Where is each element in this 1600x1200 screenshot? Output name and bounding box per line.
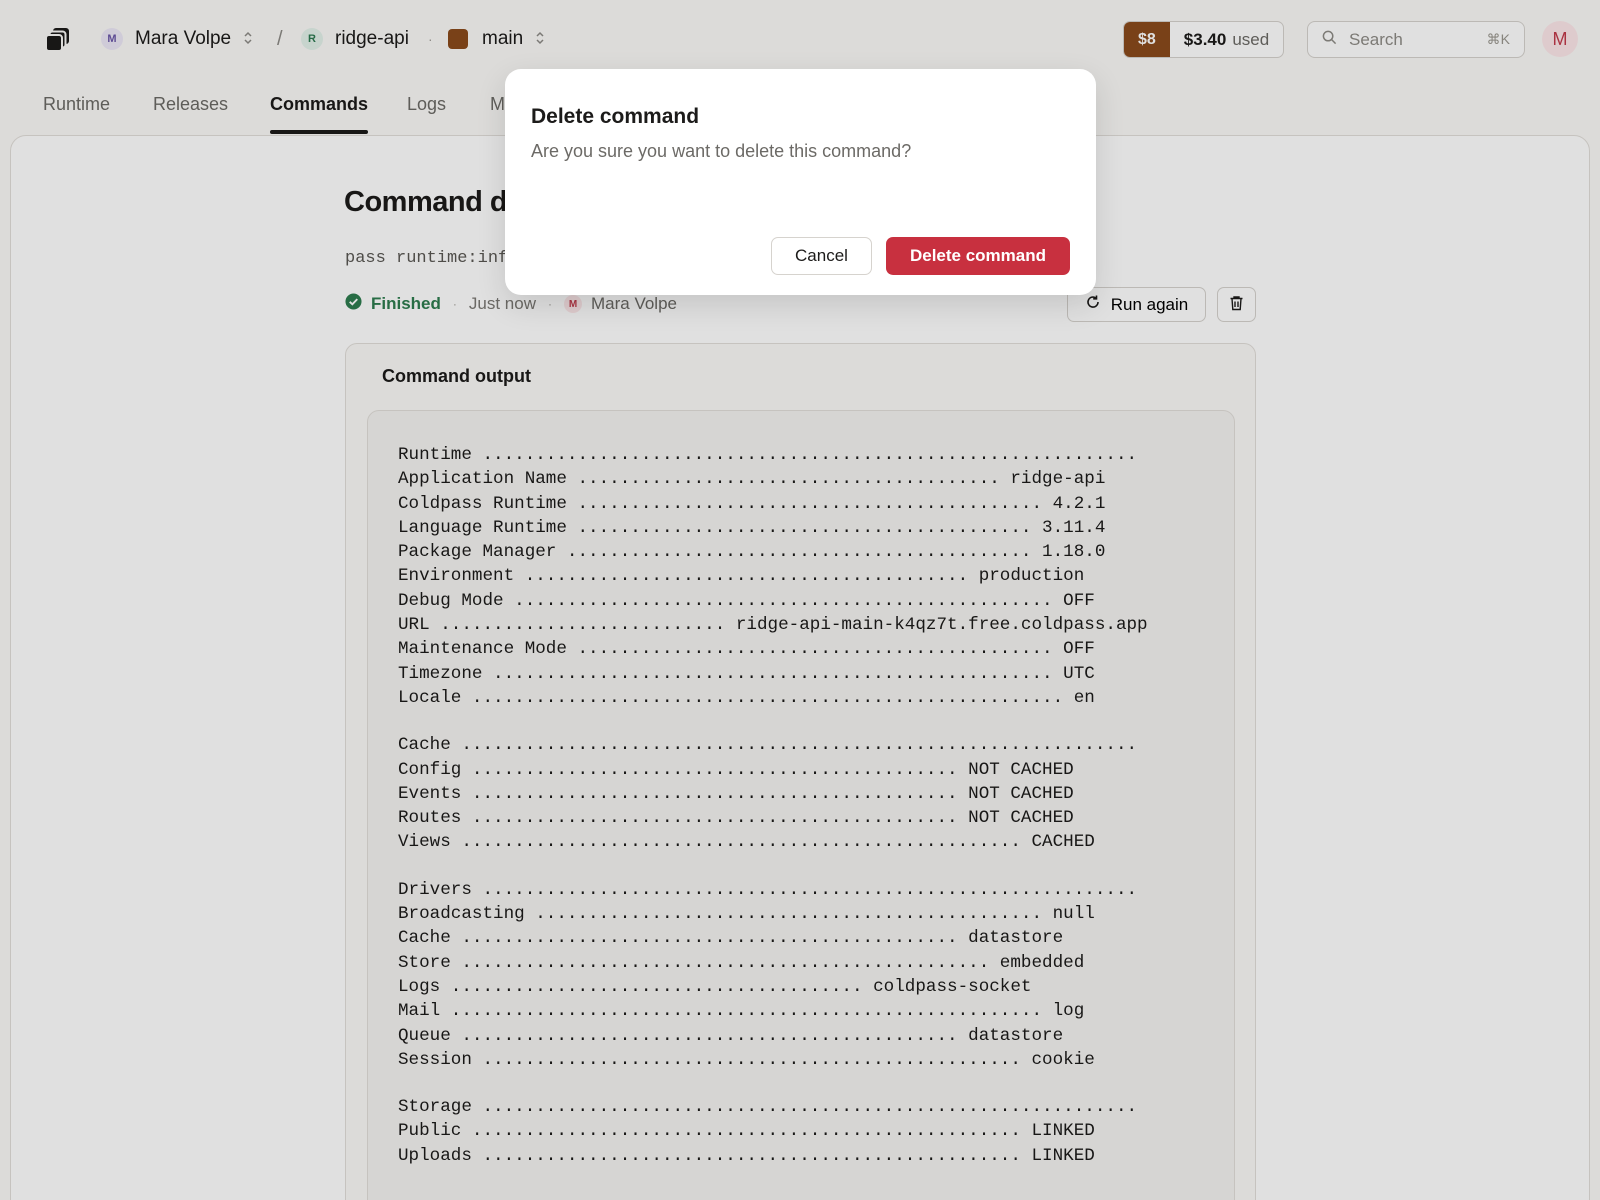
- confirm-delete-button[interactable]: Delete command: [886, 237, 1070, 275]
- dialog-message: Are you sure you want to delete this com…: [531, 141, 912, 161]
- dialog-title: Delete command: [531, 105, 700, 128]
- cancel-button[interactable]: Cancel: [771, 237, 872, 275]
- delete-command-dialog: Delete command Are you sure you want to …: [505, 69, 1096, 295]
